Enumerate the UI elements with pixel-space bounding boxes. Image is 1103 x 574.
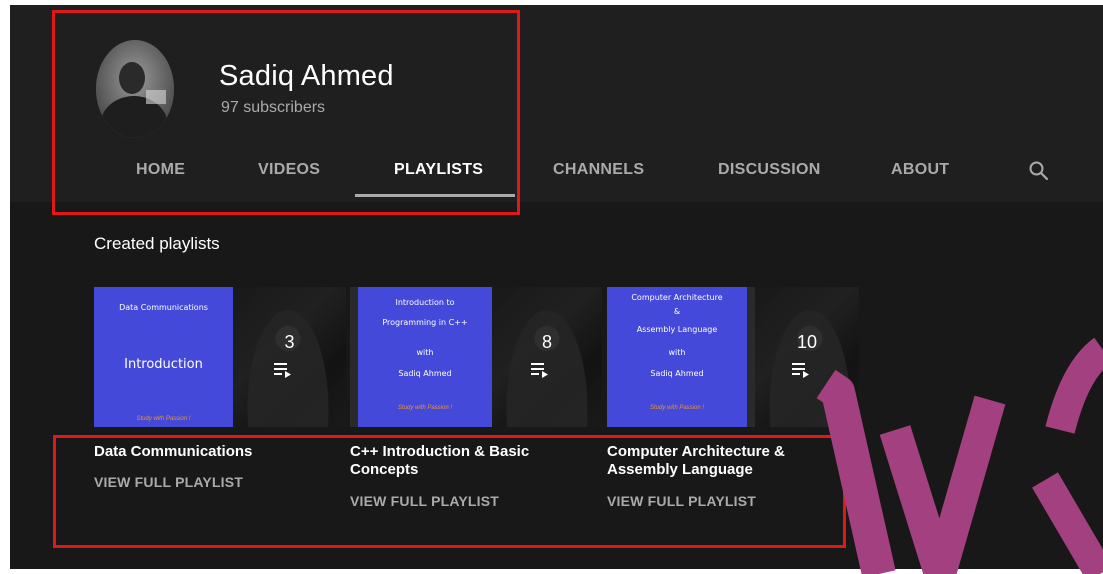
playlist-icon (531, 363, 548, 378)
thumbnail-footer: Study with Passion ! (649, 405, 705, 411)
thumbnail-footer: Study with Passion ! (136, 416, 191, 422)
thumbnail-text: & (673, 307, 681, 316)
thumbnail-text: Programming in C++ (382, 318, 468, 327)
playlist-thumbnail[interactable]: Data Communications Introduction Study w… (94, 287, 346, 427)
playlist-icon (792, 363, 809, 378)
thumbnail-text: Computer Architecture (631, 293, 723, 302)
thumbnail-cover: Introduction to Programming in C++ with … (358, 287, 492, 427)
video-count: 8 (541, 332, 552, 352)
thumbnail-text: Sadiq Ahmed (650, 369, 704, 378)
thumbnail-text: Sadiq Ahmed (398, 369, 452, 378)
annotation-box-titles (53, 435, 846, 548)
video-count: 10 (796, 332, 818, 352)
thumbnail-text: Assembly Language (636, 325, 718, 334)
thumbnail-text: with (668, 348, 686, 357)
playlist-icon (274, 363, 291, 378)
tab-about[interactable]: ABOUT (891, 161, 949, 179)
tab-discussion[interactable]: DISCUSSION (718, 161, 821, 179)
playlist-count-overlay: 8 (492, 287, 602, 427)
thumbnail-text: Introduction to (395, 298, 455, 307)
playlist-count-overlay: 3 (233, 287, 346, 427)
thumbnail-cover: Computer Architecture & Assembly Languag… (607, 287, 747, 427)
thumbnail-cover: Data Communications Introduction Study w… (94, 287, 233, 427)
playlist-count-overlay: 10 (755, 287, 859, 427)
video-count: 3 (284, 332, 295, 352)
annotation-box-header (52, 10, 520, 215)
thumbnail-footer: Study with Passion ! (397, 405, 453, 411)
playlist-thumbnail[interactable]: Computer Architecture & Assembly Languag… (607, 287, 859, 427)
section-title: Created playlists (94, 234, 220, 253)
search-icon[interactable] (1028, 160, 1050, 187)
playlist-thumbnail[interactable]: Introduction to Programming in C++ with … (350, 287, 602, 427)
thumbnail-text: with (416, 348, 434, 357)
tab-channels[interactable]: CHANNELS (553, 161, 644, 179)
thumbnail-text: Introduction (124, 357, 203, 372)
thumbnail-text: Data Communications (119, 303, 208, 312)
